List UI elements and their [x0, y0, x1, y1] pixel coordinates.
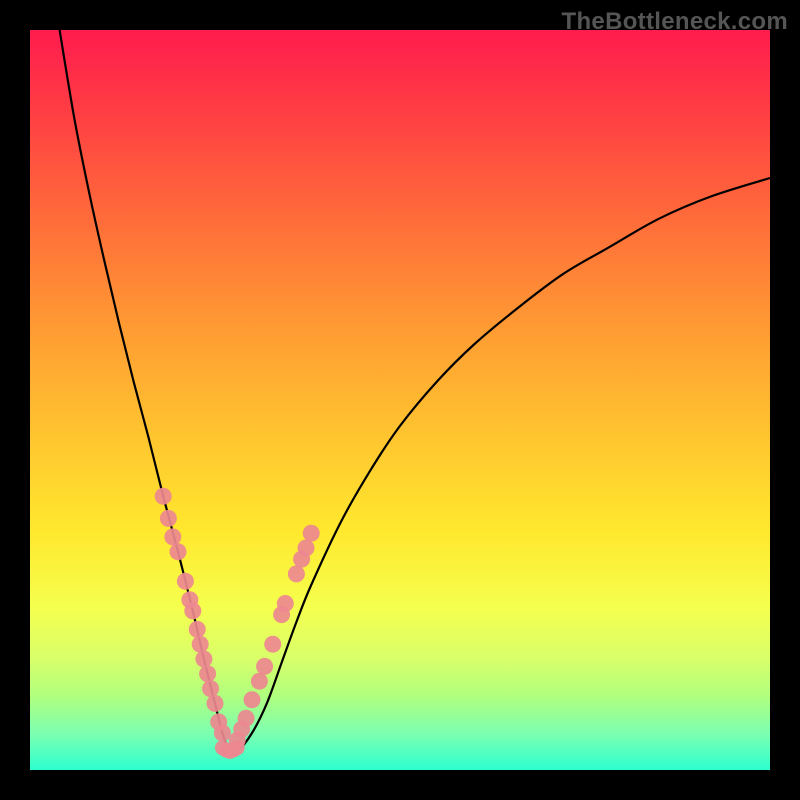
- data-marker: [251, 673, 268, 690]
- data-marker: [199, 665, 216, 682]
- data-marker: [160, 510, 177, 527]
- data-marker: [303, 525, 320, 542]
- data-marker: [238, 710, 255, 727]
- data-marker: [155, 488, 172, 505]
- chart-canvas: TheBottleneck.com: [0, 0, 800, 800]
- data-marker: [288, 565, 305, 582]
- data-marker: [207, 695, 224, 712]
- data-marker: [177, 573, 194, 590]
- data-marker: [256, 658, 273, 675]
- data-marker: [184, 602, 201, 619]
- data-marker: [214, 725, 231, 742]
- data-marker: [264, 636, 281, 653]
- data-marker: [164, 528, 181, 545]
- data-marker: [202, 680, 219, 697]
- chart-svg: [30, 30, 770, 770]
- data-marker: [195, 651, 212, 668]
- data-marker: [189, 621, 206, 638]
- data-marker: [244, 691, 261, 708]
- watermark-text: TheBottleneck.com: [562, 8, 788, 36]
- bottleneck-curve: [60, 30, 770, 754]
- data-marker: [277, 595, 294, 612]
- plot-area: [30, 30, 770, 770]
- data-marker: [230, 740, 245, 755]
- data-marker: [170, 543, 187, 560]
- data-marker: [192, 636, 209, 653]
- data-marker: [298, 540, 315, 557]
